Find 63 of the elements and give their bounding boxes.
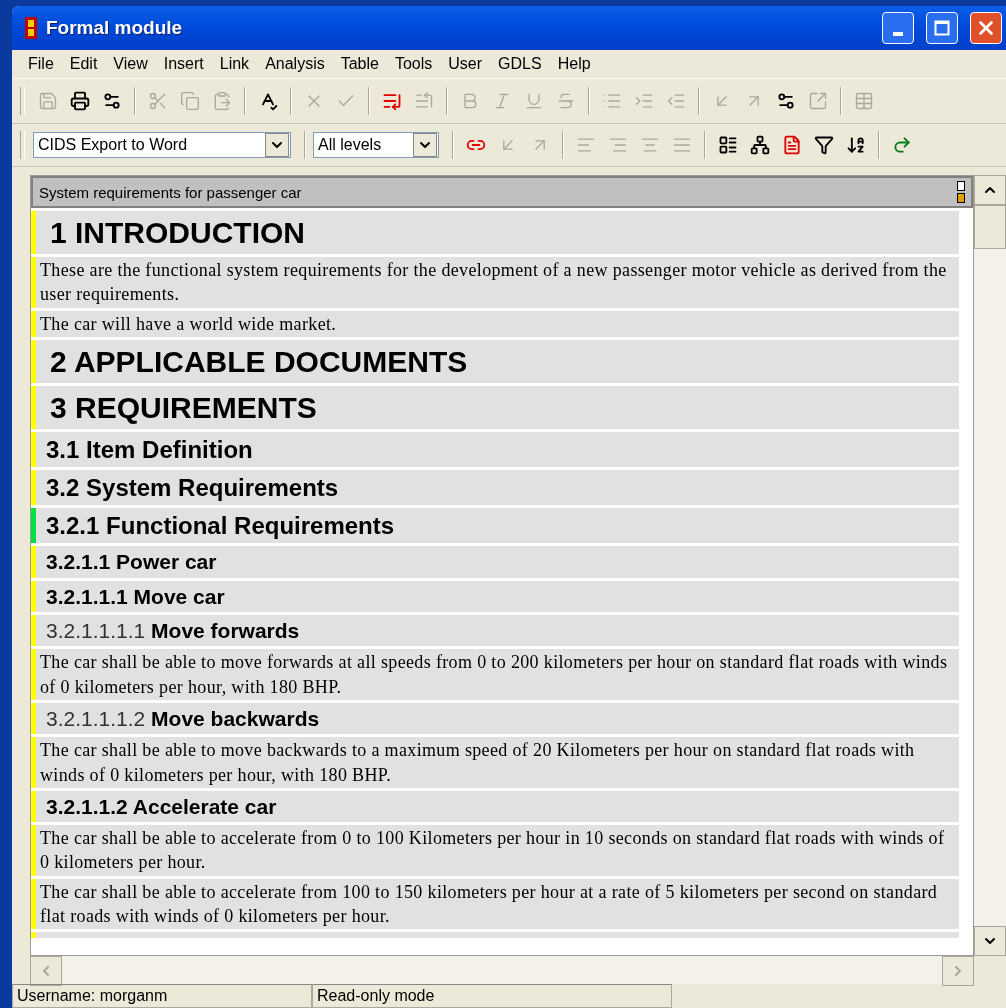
- section-heading: 3.1 Item Definition: [45, 434, 254, 465]
- copy-icon: [180, 91, 200, 111]
- section-heading: 3.2.1 Functional Requirements: [45, 511, 396, 542]
- section-heading: 3.2.1.1.2 Accelerate car: [45, 793, 278, 820]
- status-username: Username: morganm: [12, 984, 312, 1008]
- settings-icon: [776, 91, 796, 111]
- menu-item[interactable]: Insert: [155, 55, 212, 73]
- document-icon: [782, 135, 802, 155]
- underline-icon: [524, 91, 544, 111]
- sort-icon: [846, 135, 866, 155]
- menu-item[interactable]: View: [105, 55, 156, 73]
- status-mode: Read-only mode: [312, 984, 672, 1008]
- minimize-icon: [893, 32, 903, 36]
- settings-icon: [102, 91, 122, 111]
- redo-icon: [892, 135, 912, 155]
- requirement-text: The car shall be able to accelerate from 100 to 150 kilometers per hour at a rate of 5 kilometers per second on standard flat roads with winds of 0 kilometers per hour.: [39, 880, 939, 928]
- menu-item[interactable]: Analysis: [257, 55, 333, 73]
- menu-item[interactable]: Tools: [386, 55, 441, 73]
- filter-icon: [814, 135, 834, 155]
- horizontal-scrollbar[interactable]: [30, 956, 974, 984]
- section-heading: 3.2.1.1.1.1 Move forwards: [45, 618, 301, 645]
- requirement-text: The car shall be able to move backwards to a maximum speed of 20 Kilometers per hour on standard flat roads with winds of 0 kilometers per hour, with 180 BHP.: [39, 739, 916, 787]
- requirement-text: The car shall be able to accelerate from 0 to 100 Kilometers per hour in 10 seconds on standard flat roads with winds of 0 kilometers per hour.: [39, 827, 946, 875]
- save-icon: [38, 91, 58, 111]
- minimize-button[interactable]: [882, 12, 914, 44]
- strikethrough-icon: [556, 91, 576, 111]
- scroll-thumb[interactable]: [974, 205, 1006, 249]
- module-title: System requirements for passenger car: [39, 183, 302, 201]
- section-heading: 3.2 System Requirements: [45, 473, 340, 504]
- menu-item[interactable]: File: [20, 55, 62, 73]
- vertical-scrollbar[interactable]: [974, 175, 1006, 956]
- menu-item[interactable]: GDLS: [490, 55, 550, 73]
- app-logo-icon: [24, 16, 38, 40]
- cut-icon: [148, 91, 168, 111]
- window-title: Formal module: [46, 17, 184, 39]
- menu-item[interactable]: Link: [211, 55, 258, 73]
- requirement-text: These are the functional system requirements for the development of a new passenger motor vehicle as derived from the user requirements.: [39, 259, 948, 307]
- section-heading: 3.2.1.1 Power car: [45, 549, 218, 576]
- external-link-icon: [808, 91, 828, 111]
- column-marker-icon: [957, 181, 965, 203]
- section-heading: 3 REQUIREMENTS: [49, 389, 318, 426]
- section-heading: 1 INTRODUCTION: [49, 215, 306, 251]
- menu-item[interactable]: User: [440, 55, 491, 73]
- section-heading: 2 APPLICABLE DOCUMENTS: [49, 343, 469, 380]
- list-end-icon: [382, 91, 402, 111]
- requirement-text: The car will have a world wide market.: [39, 312, 338, 336]
- level-dropdown[interactable]: All levels: [313, 132, 439, 158]
- maximize-icon: [934, 20, 950, 36]
- requirement-text: The car shall be able to move forwards at all speeds from 0 to 200 kilometers per hour on standard flat roads with winds of 0 kilometers per hour, with 180 BHP.: [39, 651, 949, 699]
- print-icon: [70, 91, 90, 111]
- menu-item[interactable]: Edit: [61, 55, 106, 73]
- section-heading: 3.2.1.1.1.2 Move backwards: [45, 705, 321, 732]
- table-icon: [854, 91, 874, 111]
- close-button[interactable]: [970, 12, 1002, 44]
- section-heading: 3.2.1.1.1 Move car: [45, 583, 226, 610]
- list-icon: [718, 135, 738, 155]
- maximize-button[interactable]: [926, 12, 958, 44]
- view-dropdown[interactable]: CIDS Export to Word: [33, 132, 291, 158]
- menu-item[interactable]: Table: [332, 55, 387, 73]
- list-start-icon: [414, 91, 434, 111]
- paste-icon: [212, 91, 232, 111]
- network-icon: [750, 135, 770, 155]
- menu-item[interactable]: Help: [549, 55, 599, 73]
